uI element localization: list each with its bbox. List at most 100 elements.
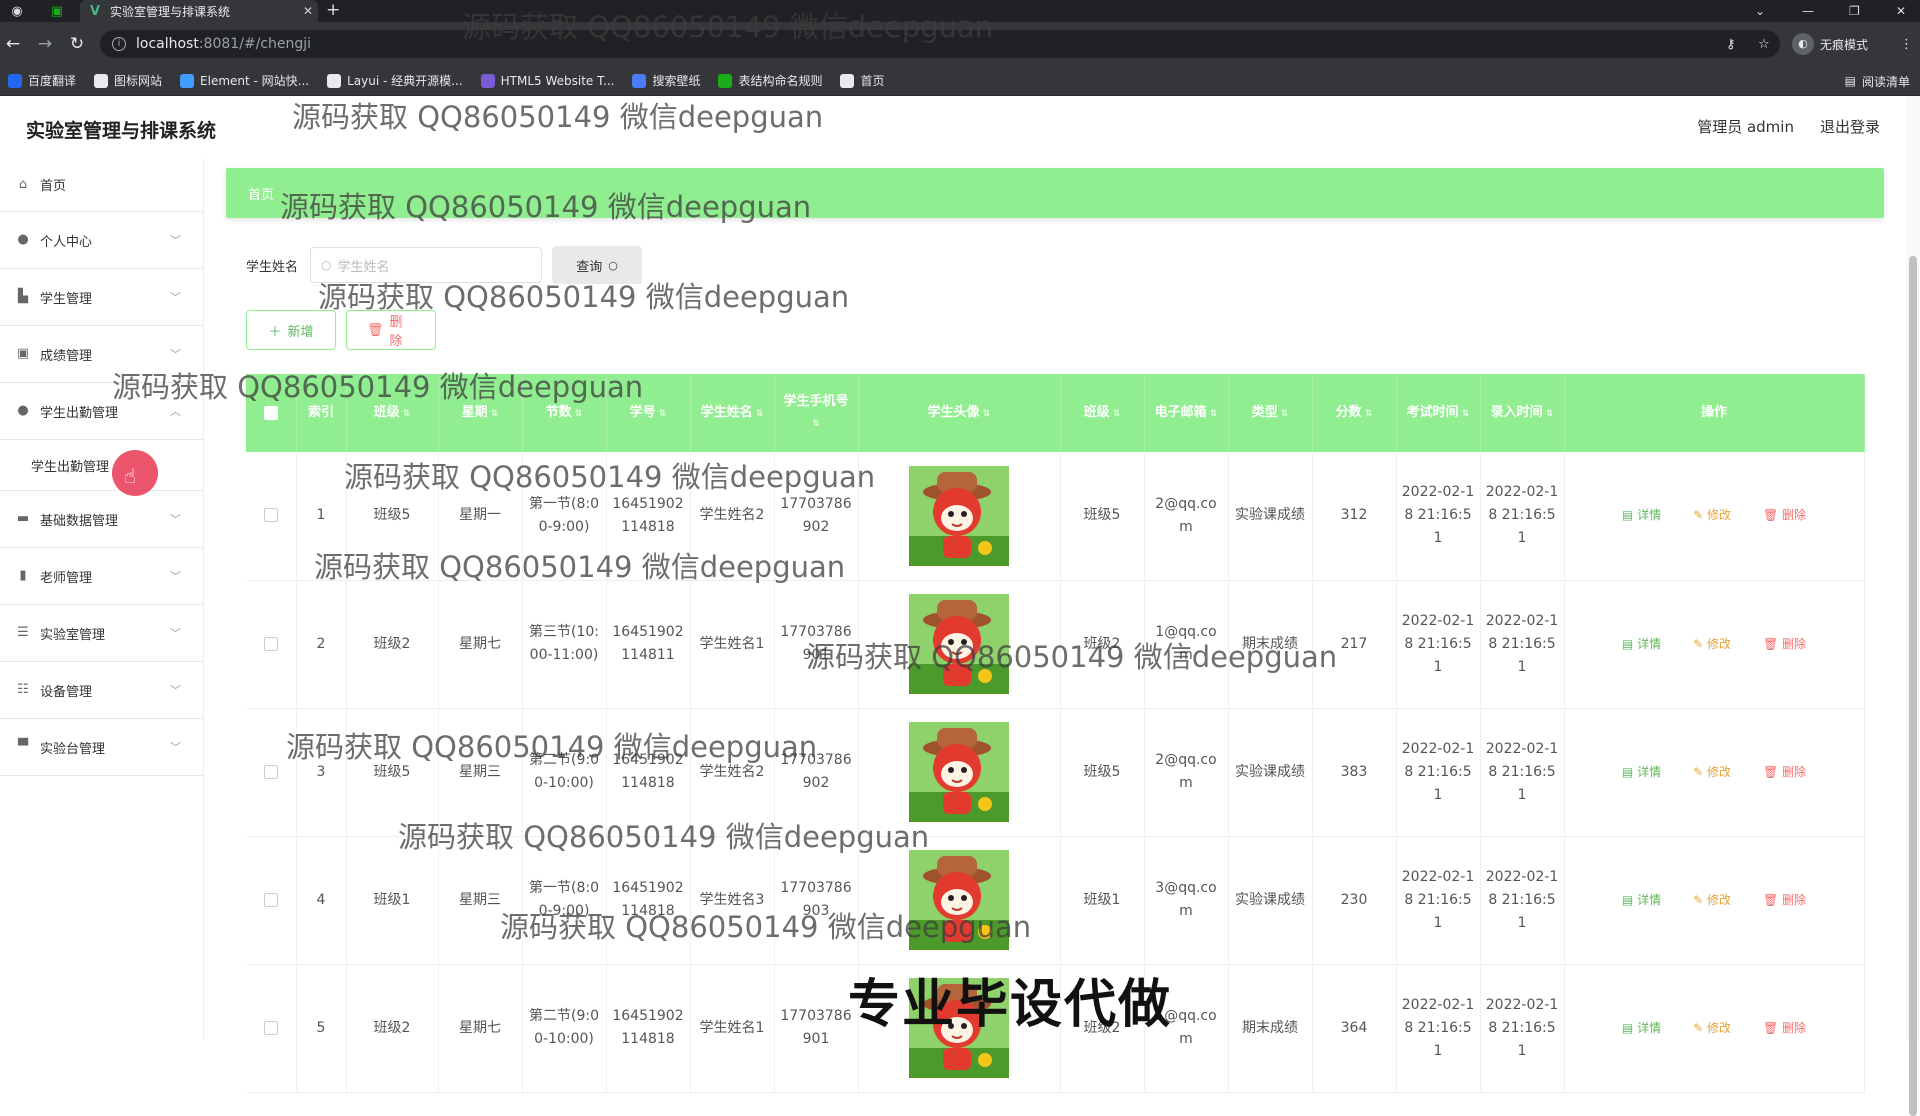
column-header[interactable]: 索引 (296, 374, 347, 452)
reload-icon[interactable]: ↻ (64, 22, 90, 66)
tab-search-icon[interactable]: ⌄ (1755, 0, 1765, 22)
sort-icon[interactable]: ⇅ (753, 409, 764, 419)
table-row[interactable]: 3 班级5 星期三 第二节(9:00-10:00) 16451902114818 学生姓名… (246, 708, 1865, 837)
sort-icon[interactable]: ⇅ (656, 409, 667, 419)
delete-row-button[interactable]: 🗑 删除 (1763, 508, 1806, 522)
delete-row-button[interactable]: 🗑 删除 (1763, 1021, 1806, 1035)
column-header[interactable]: 学生手机号 ⇅ (774, 374, 859, 452)
detail-button[interactable]: ▤ 详情 (1622, 637, 1661, 651)
table-row[interactable]: 1 班级5 星期一 第一节(8:00-9:00) 16451902114818 学生姓名2… (246, 452, 1865, 581)
sidebar-item[interactable]: ☷ 设备管理 ﹀ (0, 662, 203, 719)
forward-arrow-icon[interactable]: → (32, 22, 58, 66)
delete-row-button[interactable]: 🗑 删除 (1763, 765, 1806, 779)
batch-delete-button[interactable]: 🗑 删除 (346, 310, 436, 350)
browser-tab-active[interactable]: V 实验室管理与排课系统 ✕ (80, 0, 318, 22)
column-header[interactable]: 学生头像 ⇅ (858, 374, 1061, 452)
browser-menu-dots-icon[interactable]: ⋮ (1900, 22, 1913, 66)
row-checkbox[interactable] (263, 764, 278, 779)
edit-button[interactable]: ✎ 修改 (1693, 765, 1731, 779)
browser-menu-icon[interactable]: ◉ (4, 0, 30, 22)
incognito-badge[interactable]: ◐ 无痕模式 (1792, 32, 1868, 56)
column-header[interactable]: 分数 ⇅ (1312, 374, 1397, 452)
column-header[interactable]: 类型 ⇅ (1228, 374, 1313, 452)
column-header[interactable]: 班级 ⇅ (346, 374, 439, 452)
sort-icon[interactable]: ⇅ (1110, 409, 1121, 419)
table-row[interactable]: 2 班级2 星期七 第三节(10:00-11:00) 16451902114811 学生姓… (246, 580, 1865, 709)
reading-list-button[interactable]: ▤ 阅读清单 (1845, 66, 1910, 96)
back-arrow-icon[interactable]: ← (0, 22, 26, 66)
tab-close-icon[interactable]: ✕ (298, 4, 318, 18)
sidebar-item[interactable]: ▬ 基础数据管理 ﹀ (0, 491, 203, 548)
column-header[interactable]: 星期 ⇅ (438, 374, 523, 452)
minimize-button[interactable]: — (1802, 0, 1814, 22)
column-header[interactable]: 学生姓名 ⇅ (690, 374, 775, 452)
sort-icon[interactable]: ⇅ (1362, 409, 1373, 419)
sort-icon[interactable]: ⇅ (980, 409, 991, 419)
edit-button[interactable]: ✎ 修改 (1693, 893, 1731, 907)
detail-button[interactable]: ▤ 详情 (1622, 508, 1661, 522)
breadcrumb-home[interactable]: 首页 (248, 188, 274, 203)
bookmark-item[interactable]: Layui - 经典开源模... (327, 72, 463, 89)
delete-row-button[interactable]: 🗑 删除 (1763, 637, 1806, 651)
sort-icon[interactable]: ⇅ (1207, 409, 1218, 419)
sidebar-item[interactable]: ● 学生出勤管理 ︿ (0, 383, 203, 440)
bookmark-item[interactable]: Element - 网站快... (180, 72, 309, 89)
column-header[interactable]: 考试时间 ⇅ (1396, 374, 1481, 452)
detail-button[interactable]: ▤ 详情 (1622, 893, 1661, 907)
column-header[interactable]: 录入时间 ⇅ (1480, 374, 1565, 452)
column-header[interactable]: 班级 ⇅ (1060, 374, 1145, 452)
sidebar-item[interactable]: ▙ 学生管理 ﹀ (0, 269, 203, 326)
sidebar-item[interactable]: ▮ 老师管理 ﹀ (0, 548, 203, 605)
logout-link[interactable]: 退出登录 (1820, 116, 1880, 137)
sort-icon[interactable]: ⇅ (572, 409, 583, 419)
bookmark-item[interactable]: 图标网站 (94, 72, 162, 89)
bookmark-item[interactable]: 百度翻译 (8, 72, 76, 89)
row-checkbox[interactable] (263, 636, 278, 651)
page-scrollbar[interactable] (1906, 96, 1920, 1116)
cell-index: 1 (296, 452, 347, 581)
column-header[interactable]: 节数 ⇅ (522, 374, 607, 452)
select-all-checkbox[interactable] (263, 405, 278, 420)
bookmark-item[interactable]: 表结构命名规则 (718, 72, 822, 89)
delete-row-button[interactable]: 🗑 删除 (1763, 893, 1806, 907)
maximize-button[interactable]: ❐ (1849, 0, 1860, 22)
sort-icon[interactable]: ⇅ (1278, 409, 1289, 419)
cell-type: 实验课成绩 (1228, 708, 1313, 837)
site-info-icon[interactable]: i (112, 37, 126, 51)
column-header[interactable]: 电子邮箱 ⇅ (1144, 374, 1229, 452)
sidebar-item[interactable]: ⌂ 首页 (0, 158, 203, 212)
pinned-tab-icon[interactable]: ▣ (44, 0, 70, 22)
sidebar-subitem-attendance[interactable]: 学生出勤管理 (0, 440, 203, 496)
detail-button[interactable]: ▤ 详情 (1622, 765, 1661, 779)
bookmark-item[interactable]: 首页 (840, 72, 885, 89)
bookmark-item[interactable]: HTML5 Website T... (480, 72, 614, 89)
sidebar-item[interactable]: ☰ 实验室管理 ﹀ (0, 605, 203, 662)
bookmark-star-icon[interactable]: ☆ (1758, 22, 1770, 66)
new-tab-button[interactable]: + (326, 0, 340, 20)
edit-button[interactable]: ✎ 修改 (1693, 1021, 1731, 1035)
edit-button[interactable]: ✎ 修改 (1693, 508, 1731, 522)
detail-button[interactable]: ▤ 详情 (1622, 1021, 1661, 1035)
sort-icon[interactable]: ⇅ (1543, 409, 1554, 419)
close-window-button[interactable]: ✕ (1896, 0, 1906, 22)
row-checkbox[interactable] (263, 892, 278, 907)
edit-button[interactable]: ✎ 修改 (1693, 637, 1731, 651)
row-checkbox[interactable] (263, 508, 278, 523)
scrollbar-thumb[interactable] (1909, 256, 1917, 1116)
table-row[interactable]: 4 班级1 星期三 第一节(8:00-9:00) 16451902114818 学生姓名3… (246, 836, 1865, 965)
add-button[interactable]: ＋ 新增 (246, 310, 336, 350)
row-checkbox[interactable] (263, 1020, 278, 1035)
url-field[interactable]: i localhost:8081/#/chengji (100, 30, 1780, 58)
bookmark-item[interactable]: 搜索壁纸 (632, 72, 700, 89)
sort-icon[interactable]: ⇅ (488, 409, 499, 419)
query-button[interactable]: 查询 ○ (552, 246, 643, 284)
sidebar-item[interactable]: ▣ 成绩管理 ﹀ (0, 326, 203, 383)
sort-icon[interactable]: ⇅ (1459, 409, 1470, 419)
sidebar-item[interactable]: ▀ 实验台管理 ﹀ (0, 719, 203, 776)
column-header[interactable]: 学号 ⇅ (606, 374, 691, 452)
sort-icon[interactable]: ⇅ (812, 419, 820, 429)
key-icon[interactable]: ⚷ (1726, 22, 1736, 66)
sidebar-item[interactable]: ● 个人中心 ﹀ (0, 212, 203, 269)
sort-icon[interactable]: ⇅ (400, 409, 411, 419)
student-name-search-input[interactable]: ○ 学生姓名 (310, 247, 543, 283)
